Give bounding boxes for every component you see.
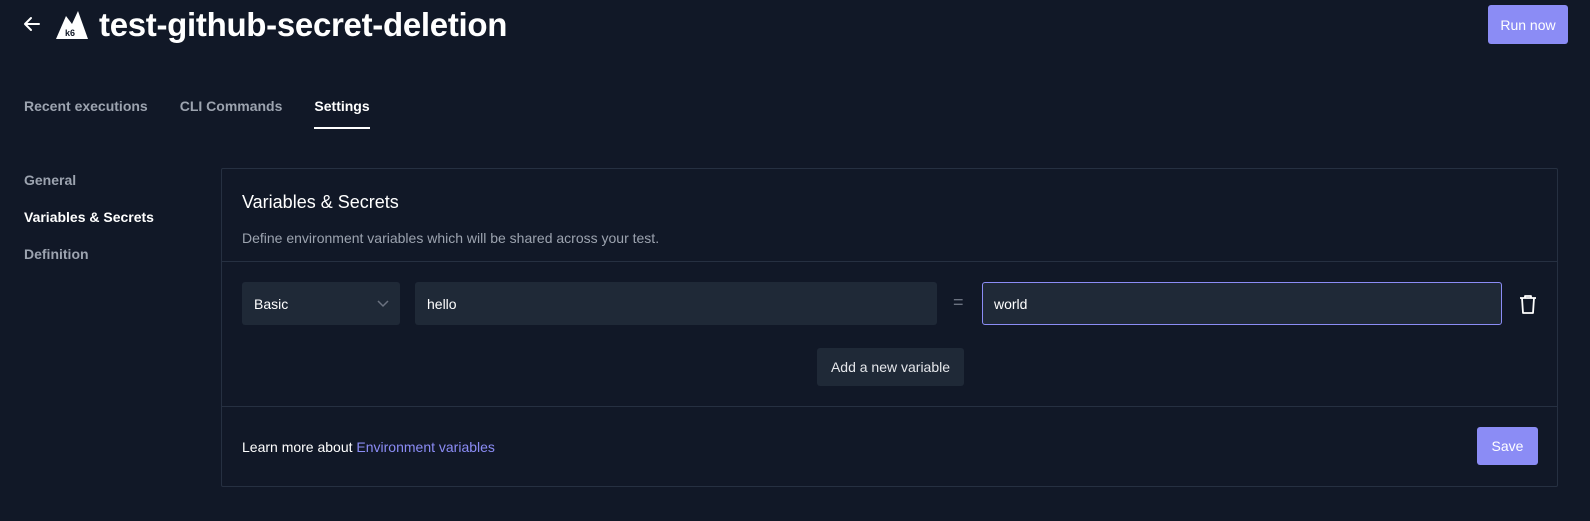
variable-name-input[interactable]: [415, 282, 937, 325]
panel-header: Variables & Secrets Define environment v…: [222, 169, 1557, 262]
variable-type-select[interactable]: Basic: [242, 282, 400, 325]
svg-text:k6: k6: [65, 28, 75, 38]
variable-list: Basic = Add a new variable: [222, 262, 1557, 407]
k6-logo-icon: k6: [55, 10, 89, 40]
variable-value-input[interactable]: [982, 282, 1502, 325]
variable-type-value: Basic: [254, 295, 289, 312]
panel-footer: Learn more about Environment variables S…: [222, 407, 1557, 486]
save-button[interactable]: Save: [1477, 427, 1538, 465]
tab-settings[interactable]: Settings: [314, 97, 370, 129]
settings-side-nav: General Variables & Secrets Definition: [24, 171, 154, 282]
chevron-down-icon: [376, 296, 390, 310]
tab-recent-executions[interactable]: Recent executions: [24, 97, 148, 129]
equals-sign: =: [953, 292, 964, 312]
side-nav-definition[interactable]: Definition: [24, 245, 154, 282]
panel-description: Define environment variables which will …: [242, 230, 660, 246]
run-now-button[interactable]: Run now: [1488, 5, 1568, 44]
side-nav-variables-secrets[interactable]: Variables & Secrets: [24, 208, 154, 245]
panel-title: Variables & Secrets: [242, 192, 399, 212]
page-header: k6 test-github-secret-deletion Run now: [0, 0, 1590, 60]
variables-panel: Variables & Secrets Define environment v…: [221, 168, 1558, 487]
learn-more-text: Learn more about Environment variables: [242, 439, 495, 455]
tab-bar: Recent executions CLI Commands Settings: [24, 97, 402, 131]
back-arrow-icon[interactable]: [22, 14, 42, 34]
add-variable-button[interactable]: Add a new variable: [817, 348, 964, 386]
environment-variables-link[interactable]: Environment variables: [356, 439, 495, 455]
page-title: test-github-secret-deletion: [99, 6, 508, 43]
side-nav-general[interactable]: General: [24, 171, 154, 208]
learn-more-prefix: Learn more about: [242, 439, 357, 455]
trash-icon[interactable]: [1517, 293, 1539, 315]
tab-cli-commands[interactable]: CLI Commands: [180, 97, 283, 129]
